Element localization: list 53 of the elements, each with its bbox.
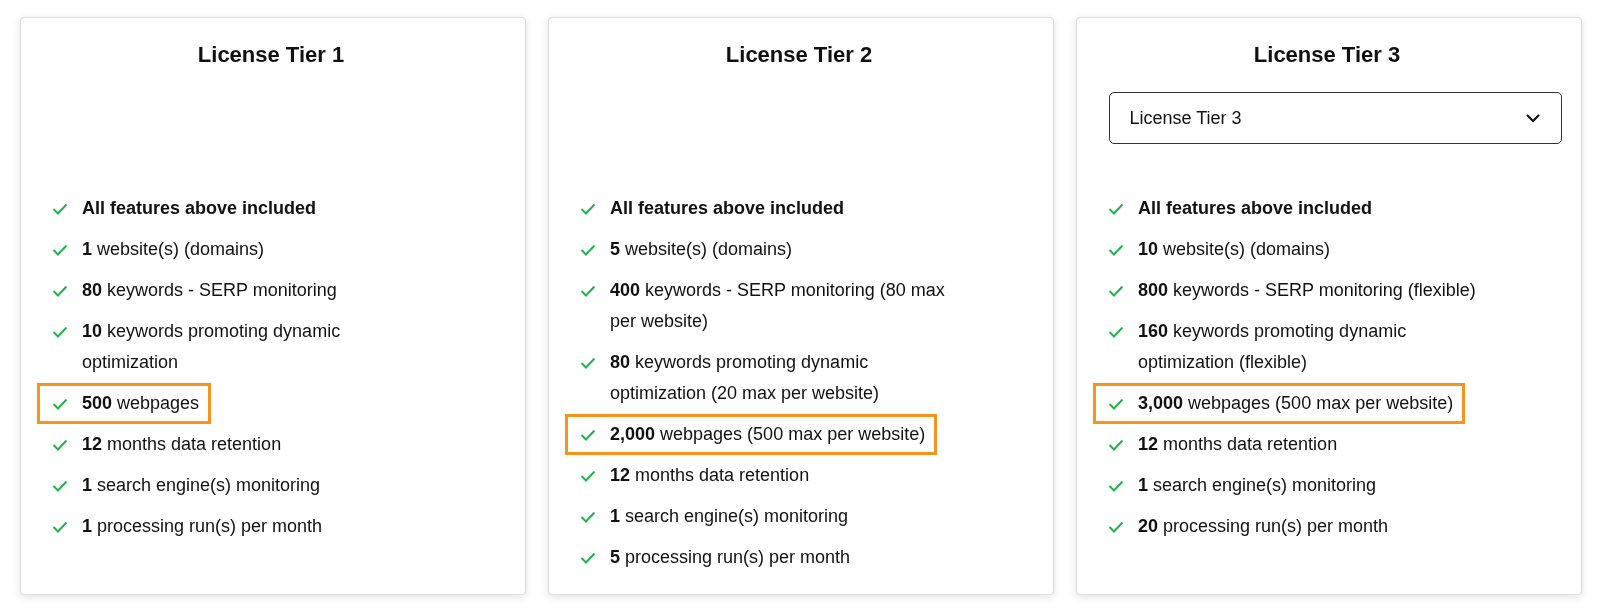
check-icon: [52, 480, 68, 492]
check-icon: [1108, 244, 1124, 256]
check-icon: [1108, 521, 1124, 533]
check-icon: [580, 244, 596, 256]
card-title: License Tier 3: [1253, 42, 1401, 68]
feature-text: 1 processing run(s) per month: [82, 515, 323, 538]
check-icon: [580, 511, 596, 523]
feature-text: All features above included: [610, 197, 845, 220]
check-icon: [1108, 285, 1124, 297]
check-icon: [1108, 326, 1124, 338]
check-icon: [52, 398, 68, 410]
feature-text: All features above included: [1138, 197, 1373, 220]
check-icon: [580, 285, 596, 297]
check-icon: [52, 203, 68, 215]
card-title: License Tier 1: [197, 42, 345, 68]
check-icon: [1108, 439, 1124, 451]
check-icon: [580, 357, 596, 369]
feature-text: 10 keywords promoting dynamic optimization: [82, 320, 342, 374]
check-icon: [52, 521, 68, 533]
feature-text: 20 processing run(s) per month: [1138, 515, 1389, 538]
check-icon: [1108, 398, 1124, 410]
feature-text: 12 months data retention: [82, 433, 282, 456]
feature-text: 12 months data retention: [1138, 433, 1338, 456]
feature-text: 80 keywords promoting dynamic optimization (20 max per website): [610, 351, 881, 405]
feature-text: 160 keywords promoting dynamic optimization (flexible): [1138, 320, 1408, 374]
feature-text: 10 website(s) (domains): [1138, 238, 1331, 261]
feature-text: 400 keywords - SERP monitoring (80 max per website): [610, 279, 946, 333]
check-icon: [1108, 203, 1124, 215]
feature-text: 1 search engine(s) monitoring: [82, 474, 321, 497]
feature-text: All features above included: [82, 197, 317, 220]
feature-text: 3,000 webpages (500 max per website): [1138, 392, 1454, 415]
check-icon: [52, 244, 68, 256]
tier-dropdown[interactable]: License Tier 3: [1108, 92, 1562, 144]
check-icon: [1108, 480, 1124, 492]
check-icon: [580, 470, 596, 482]
feature-text: 500 webpages: [82, 392, 200, 415]
feature-text: 1 website(s) (domains): [82, 238, 265, 261]
feature-text: 5 website(s) (domains): [610, 238, 793, 261]
feature-text: 800 keywords - SERP monitoring (flexible): [1138, 279, 1476, 302]
feature-text: 1 search engine(s) monitoring: [1138, 474, 1377, 497]
check-icon: [580, 429, 596, 441]
feature-text: 5 processing run(s) per month: [610, 546, 851, 569]
check-icon: [580, 203, 596, 215]
card-title: License Tier 2: [725, 42, 873, 68]
check-icon: [52, 326, 68, 338]
check-icon: [52, 285, 68, 297]
feature-text: 1 search engine(s) monitoring: [610, 505, 849, 528]
chevron-down-icon: [1524, 113, 1541, 123]
feature-text: 2,000 webpages (500 max per website): [610, 423, 926, 446]
feature-text: 12 months data retention: [610, 464, 810, 487]
check-icon: [52, 439, 68, 451]
check-icon: [580, 552, 596, 564]
feature-text: 80 keywords - SERP monitoring: [82, 279, 337, 302]
